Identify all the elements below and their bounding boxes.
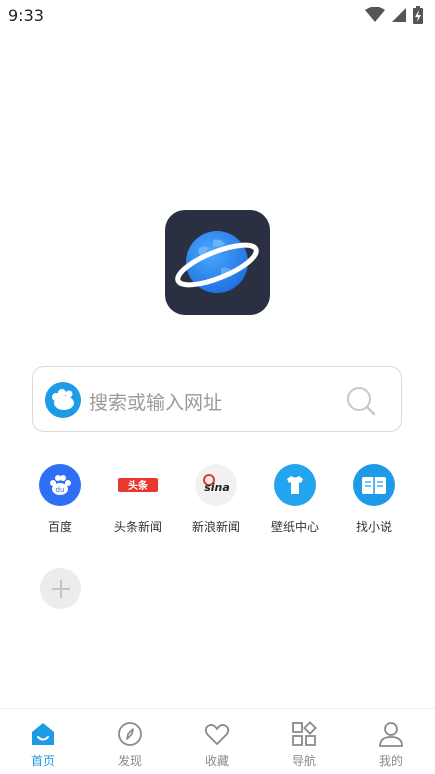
search-input[interactable]: 搜索或输入网址 <box>89 388 222 415</box>
heart-icon <box>204 724 230 745</box>
baidu-paw-icon[interactable] <box>45 382 81 418</box>
shortcut-toutiao[interactable]: 头条 头条新闻 <box>99 464 177 535</box>
shortcut-novel[interactable]: 找小说 <box>335 464 413 535</box>
nav-label: 我的 <box>378 754 403 768</box>
toutiao-icon: 头条 <box>117 464 159 506</box>
status-time: 9:33 <box>8 6 44 25</box>
battery-icon <box>413 6 423 24</box>
status-icons <box>365 6 423 24</box>
svg-text:sina: sina <box>204 481 230 494</box>
search-icon[interactable] <box>345 385 377 417</box>
shortcut-label: 找小说 <box>355 520 392 534</box>
nav-label: 首页 <box>30 754 55 768</box>
wifi-icon <box>365 7 385 22</box>
shortcut-label: 百度 <box>47 520 72 534</box>
add-shortcut-button[interactable] <box>40 568 81 609</box>
signal-icon <box>392 8 406 22</box>
plus-icon <box>51 579 70 598</box>
nav-label: 收藏 <box>204 754 229 768</box>
shortcut-label: 壁纸中心 <box>270 520 319 534</box>
search-box[interactable]: 搜索或输入网址 <box>32 366 402 432</box>
shortcut-baidu[interactable]: du 百度 <box>21 464 99 535</box>
shortcut-sina[interactable]: sina 新浪新闻 <box>177 464 255 535</box>
tshirt-icon <box>274 464 316 506</box>
book-icon <box>353 464 395 506</box>
nav-favorites[interactable]: 收藏 <box>187 721 247 769</box>
nav-discover[interactable]: 发现 <box>100 721 160 769</box>
nav-navigation[interactable]: 导航 <box>274 721 334 769</box>
shortcut-wallpaper[interactable]: 壁纸中心 <box>256 464 334 535</box>
planet-globe-icon <box>175 231 259 293</box>
sina-icon: sina <box>195 464 237 506</box>
svg-text:头条: 头条 <box>128 479 149 492</box>
user-icon <box>379 722 403 747</box>
shortcut-label: 头条新闻 <box>113 520 162 534</box>
nav-label: 发现 <box>117 754 142 768</box>
baidu-icon: du <box>39 464 81 506</box>
nav-profile[interactable]: 我的 <box>361 721 421 769</box>
home-icon <box>32 723 54 745</box>
nav-label: 导航 <box>291 754 316 768</box>
shortcut-label: 新浪新闻 <box>191 520 240 534</box>
app-logo <box>165 210 270 315</box>
svg-text:du: du <box>56 486 65 494</box>
compass-icon <box>118 722 142 746</box>
bottom-nav: 首页 发现 收藏 导航 我的 <box>0 708 435 774</box>
status-bar: 9:33 <box>0 0 435 30</box>
nav-home[interactable]: 首页 <box>13 721 73 769</box>
grid-icon <box>292 721 317 746</box>
